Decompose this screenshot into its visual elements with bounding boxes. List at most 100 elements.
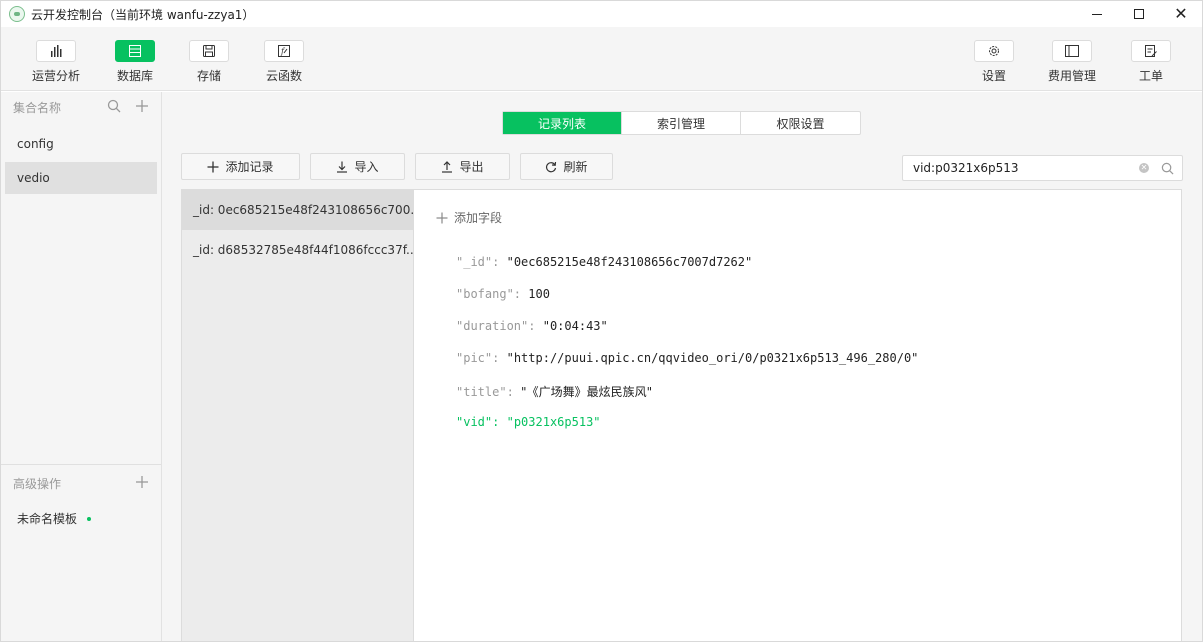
ticket-icon (1145, 45, 1157, 57)
search-collection-icon[interactable] (107, 99, 121, 113)
close-button[interactable]: ✕ (1160, 1, 1202, 27)
toolbar-cloud-function-button[interactable]: f 云函数 (251, 40, 317, 86)
toolbar-database-label: 数据库 (116, 69, 153, 83)
add-field-button[interactable]: 添加字段 (436, 209, 502, 226)
template-status-dot (87, 516, 92, 521)
tab-permission-settings[interactable]: 权限设置 (741, 112, 860, 134)
record-item[interactable]: _id: 0ec685215e48f243108656c700... (182, 190, 413, 230)
field-row[interactable]: "bofang": 100 (456, 287, 550, 301)
template-item[interactable]: 未命名模板 (17, 510, 92, 527)
record-detail: 添加字段 "_id": "0ec685215e48f243108656c7007… (413, 189, 1182, 641)
view-tabs: 记录列表 索引管理 权限设置 (502, 111, 861, 135)
sidebar-divider (1, 464, 161, 465)
app-window: 云开发控制台（当前环境 wanfu-zzya1） ✕ 运营分析 数据库 存储 f… (0, 0, 1203, 642)
field-key: "title" (456, 385, 507, 399)
advanced-operations-label: 高级操作 (13, 476, 62, 491)
toolbar-analytics-button[interactable]: 运营分析 (23, 40, 89, 86)
close-icon: ✕ (1174, 4, 1188, 23)
field-separator: : (513, 287, 522, 301)
window-controls: ✕ (1076, 1, 1202, 27)
collections-sidebar: 集合名称 config vedio 高级操作 未命名模板 (1, 92, 162, 641)
field-key: "_id" (456, 255, 493, 269)
field-row[interactable]: "title": "《广场舞》最炫民族风" (456, 383, 652, 400)
field-separator: : (492, 415, 500, 429)
field-separator: : (528, 319, 536, 333)
field-separator: : (492, 255, 500, 269)
toolbar-cloud-function-label: 云函数 (265, 69, 302, 83)
title-bar: 云开发控制台（当前环境 wanfu-zzya1） ✕ (1, 1, 1202, 27)
toolbar-ticket-button[interactable]: 工单 (1118, 40, 1184, 86)
upload-icon (442, 160, 453, 173)
toolbar-settings-button[interactable]: 设置 (961, 40, 1027, 86)
toolbar-ticket-label: 工单 (1138, 69, 1163, 83)
billing-icon (1065, 45, 1079, 57)
field-separator: : (492, 351, 500, 365)
collections-header: 集合名称 (1, 92, 161, 122)
collection-item-vedio[interactable]: vedio (5, 162, 157, 194)
download-icon (337, 161, 348, 173)
collection-item-config[interactable]: config (1, 128, 161, 160)
field-value: "http://puui.qpic.cn/qqvideo_ori/0/p0321… (506, 351, 919, 365)
main-toolbar: 运营分析 数据库 存储 f 云函数 设置 费用管理 工单 (1, 27, 1202, 91)
maximize-icon (1134, 9, 1144, 19)
minimize-button[interactable] (1076, 1, 1118, 27)
field-row[interactable]: "duration": "0:04:43" (456, 319, 608, 333)
add-field-label: 添加字段 (454, 211, 503, 225)
toolbar-storage-button[interactable]: 存储 (176, 40, 242, 86)
template-item-label: 未命名模板 (17, 512, 78, 526)
tab-index-management[interactable]: 索引管理 (622, 112, 741, 134)
field-value: 100 (528, 287, 550, 301)
database-icon (129, 45, 141, 57)
field-key: "vid" (456, 415, 493, 429)
import-button[interactable]: 导入 (310, 153, 405, 180)
add-record-button[interactable]: 添加记录 (181, 153, 300, 180)
main-panel: 记录列表 索引管理 权限设置 添加记录 导入 导出 刷新 vid:p0321x6… (162, 92, 1202, 641)
window-title: 云开发控制台（当前环境 wanfu-zzya1） (31, 7, 255, 22)
refresh-icon (546, 161, 557, 172)
toolbar-database-button[interactable]: 数据库 (102, 40, 168, 86)
field-separator: : (506, 385, 514, 399)
toolbar-storage-label: 存储 (196, 69, 221, 83)
field-key: "duration" (456, 319, 529, 333)
advanced-operations-header: 高级操作 (1, 468, 161, 498)
minimize-icon (1092, 13, 1102, 15)
plus-icon (436, 212, 448, 223)
gear-icon (989, 46, 999, 56)
field-row[interactable]: "_id": "0ec685215e48f243108656c7007d7262… (456, 255, 752, 269)
record-item[interactable]: _id: d68532785e48f44f1086fccc37f... (182, 230, 413, 270)
refresh-button[interactable]: 刷新 (520, 153, 613, 180)
storage-icon (203, 45, 215, 57)
cloud-function-icon: f (278, 45, 290, 57)
add-template-icon[interactable] (135, 475, 149, 489)
record-search-input[interactable] (903, 157, 1139, 179)
field-value: "p0321x6p513" (506, 415, 601, 429)
record-search: ✕ (902, 155, 1183, 181)
field-key: "bofang" (456, 287, 514, 301)
field-row[interactable]: "pic": "http://puui.qpic.cn/qqvideo_ori/… (456, 351, 918, 365)
refresh-label: 刷新 (563, 160, 588, 174)
field-value: "0ec685215e48f243108656c7007d7262" (506, 255, 753, 269)
export-label: 导出 (459, 160, 484, 174)
toolbar-analytics-label: 运营分析 (31, 69, 80, 83)
clear-search-icon[interactable]: ✕ (1139, 163, 1149, 173)
toolbar-billing-label: 费用管理 (1047, 69, 1096, 83)
field-row-highlighted[interactable]: "vid": "p0321x6p513" (456, 415, 601, 429)
export-button[interactable]: 导出 (415, 153, 510, 180)
record-list: _id: 0ec685215e48f243108656c700... _id: … (181, 189, 413, 641)
bar-chart-icon (51, 45, 62, 57)
record-actions: 添加记录 导入 导出 刷新 (181, 153, 623, 180)
field-key: "pic" (456, 351, 493, 365)
tab-record-list[interactable]: 记录列表 (503, 112, 622, 134)
add-collection-icon[interactable] (135, 99, 149, 113)
maximize-button[interactable] (1118, 1, 1160, 27)
app-logo-icon (9, 6, 25, 22)
plus-icon (207, 161, 219, 172)
add-record-label: 添加记录 (225, 160, 274, 174)
toolbar-settings-label: 设置 (981, 69, 1006, 83)
collections-header-label: 集合名称 (13, 100, 62, 115)
search-icon[interactable] (1161, 162, 1174, 175)
field-value: "0:04:43" (542, 319, 608, 333)
toolbar-billing-button[interactable]: 费用管理 (1039, 40, 1105, 86)
field-value: "《广场舞》最炫民族风" (521, 385, 653, 399)
import-label: 导入 (354, 160, 379, 174)
